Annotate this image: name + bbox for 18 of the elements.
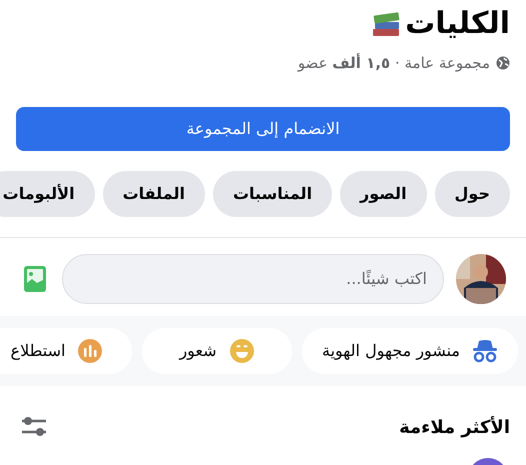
incognito-icon [472, 338, 498, 362]
group-tab[interactable]: المناسبات [212, 170, 332, 216]
bar-chart-icon [77, 338, 104, 364]
smiley-icon [228, 338, 255, 364]
group-tab[interactable]: الملفات [102, 170, 205, 216]
post-option-button[interactable]: منشور مجهول الهوية [302, 328, 518, 374]
group-info: مجموعة عامة · ١,٥ ألف عضو [298, 52, 490, 74]
filter-icon[interactable] [20, 416, 48, 438]
join-group-button[interactable]: الانضمام إلى المجموعة [16, 106, 510, 150]
group-tab[interactable]: الصور [340, 170, 427, 216]
sort-label: الأكثر ملاءمة [399, 415, 510, 440]
post-option-button[interactable]: استطلاع [0, 328, 132, 374]
post-input-field[interactable]: اكتب شيئًا... [62, 254, 444, 304]
group-tab[interactable]: الألبومات [0, 170, 95, 216]
books-icon [371, 10, 402, 38]
group-tab[interactable]: حول [434, 170, 510, 216]
post-option-button[interactable]: شعور [142, 328, 292, 374]
group-title: الكليات [405, 5, 510, 43]
